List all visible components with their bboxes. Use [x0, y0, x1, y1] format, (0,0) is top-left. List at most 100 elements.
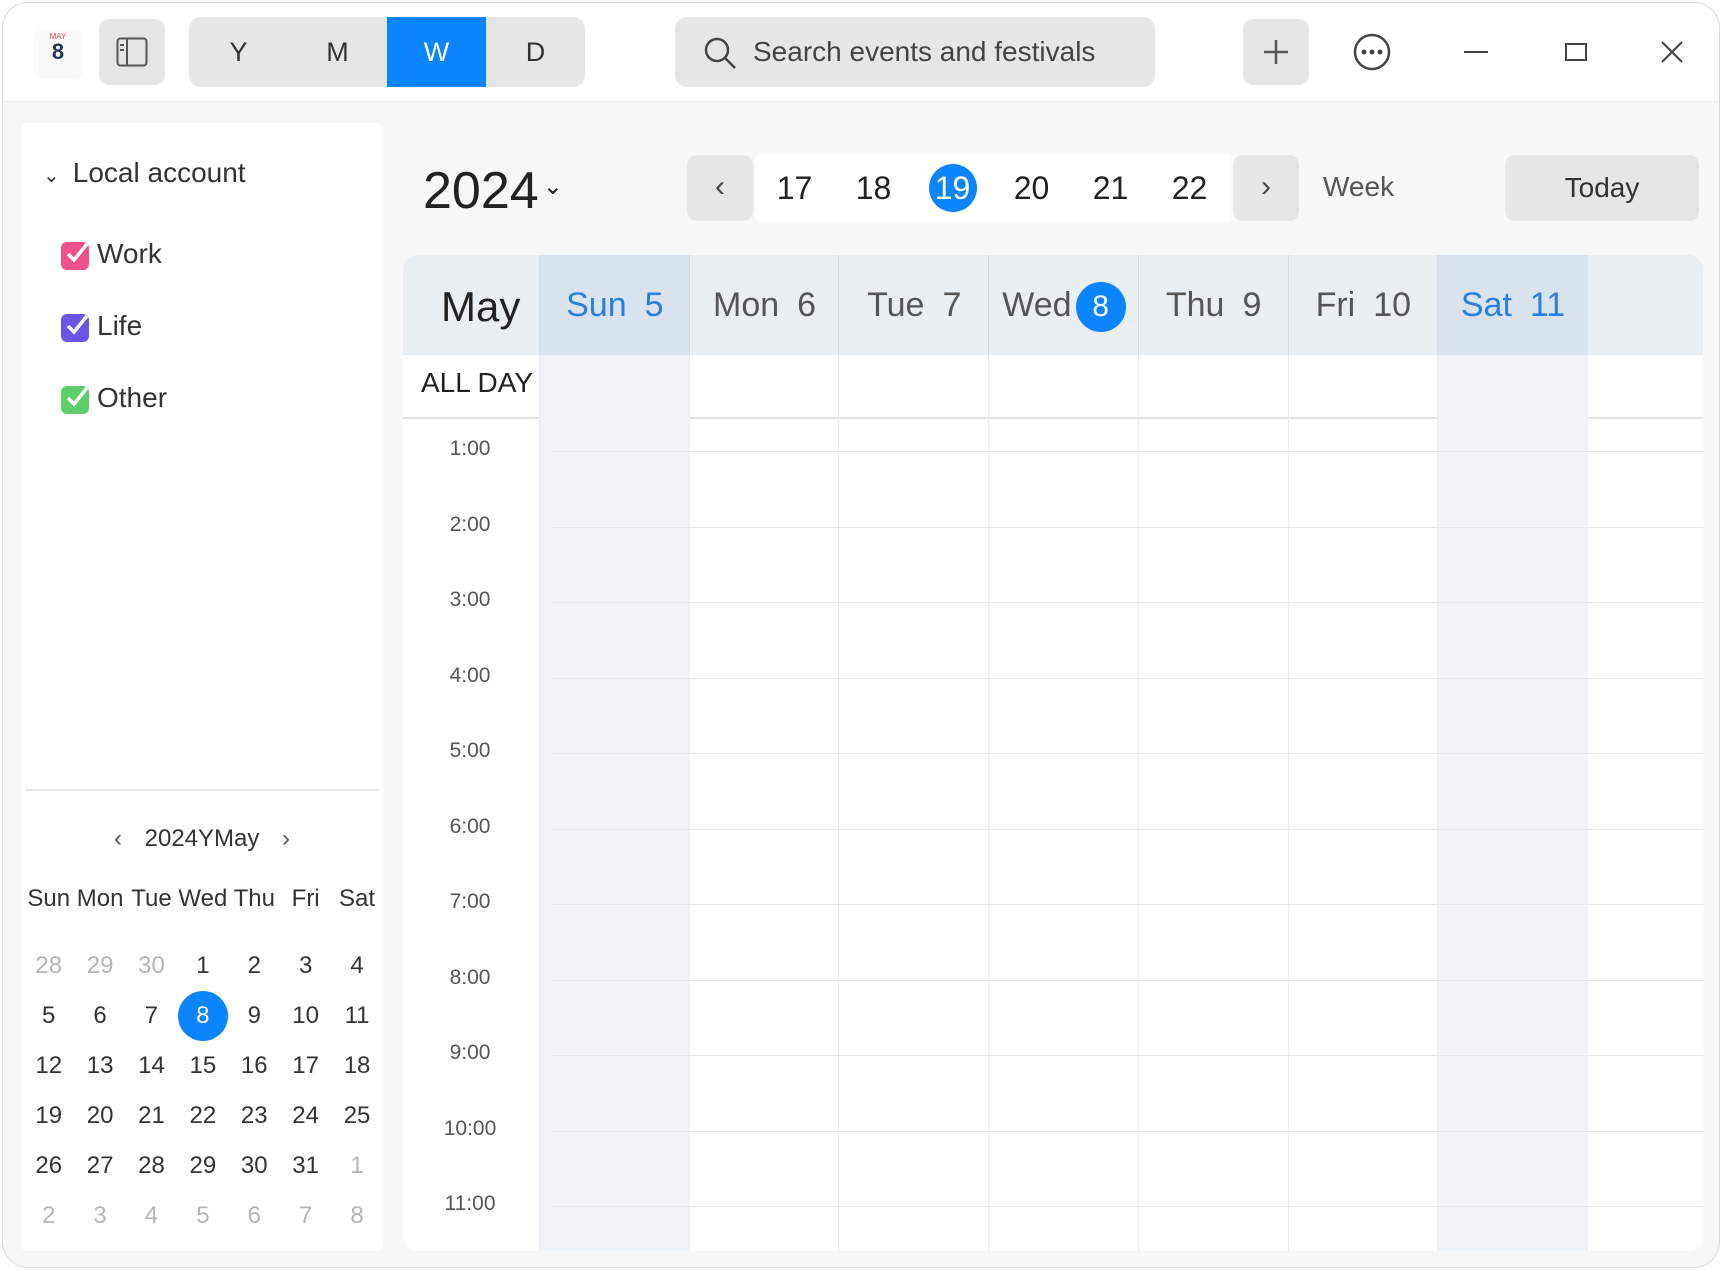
- day-column-tue[interactable]: [838, 355, 989, 1251]
- mini-day[interactable]: 27: [74, 1141, 125, 1191]
- day-column-sun[interactable]: [539, 355, 690, 1251]
- year-selector[interactable]: 2024 ⌄: [423, 161, 563, 221]
- mini-day[interactable]: 2: [229, 941, 280, 991]
- week-number[interactable]: 17: [755, 153, 834, 223]
- mini-day[interactable]: 20: [74, 1091, 125, 1141]
- mini-day[interactable]: 22: [177, 1091, 228, 1141]
- calendar-item-other[interactable]: Other: [61, 381, 167, 415]
- mini-day[interactable]: 4: [331, 941, 382, 991]
- mini-day[interactable]: 6: [229, 1191, 280, 1241]
- view-tab-w[interactable]: W: [387, 17, 486, 87]
- hour-gridline: [551, 1206, 1703, 1207]
- mini-day[interactable]: 19: [23, 1091, 74, 1141]
- mini-day[interactable]: 24: [280, 1091, 331, 1141]
- mini-day-number: 30: [138, 952, 165, 979]
- day-header-sat[interactable]: Sat 11: [1437, 255, 1588, 355]
- mini-day[interactable]: 1: [331, 1141, 382, 1191]
- mini-day[interactable]: 5: [177, 1191, 228, 1241]
- day-column-mon[interactable]: [688, 355, 840, 1251]
- mini-day[interactable]: 6: [74, 991, 125, 1041]
- mini-day[interactable]: 10: [280, 991, 331, 1041]
- prev-week-button[interactable]: ‹: [687, 155, 753, 221]
- mini-day[interactable]: 18: [331, 1041, 382, 1091]
- mini-day[interactable]: 13: [74, 1041, 125, 1091]
- chevron-left-icon: ‹: [715, 170, 725, 203]
- day-number: 10: [1373, 286, 1412, 324]
- day-number: 11: [1529, 286, 1566, 324]
- mini-day[interactable]: 31: [280, 1141, 331, 1191]
- day-header-sun[interactable]: Sun 5: [539, 255, 690, 355]
- mini-day[interactable]: 5: [23, 991, 74, 1041]
- mini-day[interactable]: 28: [23, 941, 74, 991]
- week-number[interactable]: 22: [1150, 153, 1229, 223]
- close-button[interactable]: [1639, 19, 1705, 85]
- mini-day[interactable]: 7: [280, 1191, 331, 1241]
- week-number[interactable]: 19: [913, 153, 992, 223]
- account-header[interactable]: ⌄ Local account: [43, 157, 246, 189]
- day-header-thu[interactable]: Thu 9: [1137, 255, 1289, 355]
- mini-day[interactable]: 8: [177, 991, 228, 1041]
- today-button[interactable]: Today: [1505, 155, 1699, 221]
- mini-next-month-button[interactable]: ›: [266, 819, 306, 859]
- checkbox-checked-icon[interactable]: [61, 313, 89, 342]
- minimize-button[interactable]: [1443, 19, 1509, 85]
- mini-day[interactable]: 8: [331, 1191, 382, 1241]
- mini-day[interactable]: 3: [74, 1191, 125, 1241]
- mini-day[interactable]: 26: [23, 1141, 74, 1191]
- day-header-mon[interactable]: Mon 6: [688, 255, 840, 355]
- mini-day[interactable]: 1: [177, 941, 228, 991]
- checkbox-checked-icon[interactable]: [61, 385, 89, 414]
- mini-day[interactable]: 14: [126, 1041, 177, 1091]
- mini-day[interactable]: 16: [229, 1041, 280, 1091]
- sidebar-toggle-button[interactable]: [99, 19, 165, 85]
- week-number[interactable]: 20: [992, 153, 1071, 223]
- chevron-down-icon: ⌄: [43, 165, 60, 187]
- mini-day[interactable]: 12: [23, 1041, 74, 1091]
- mini-day-number: 20: [86, 1102, 114, 1129]
- mini-day[interactable]: 30: [126, 941, 177, 991]
- mini-weekday-row: Sun Mon Tue Wed Thu Fri Sat: [23, 885, 383, 913]
- calendar-item-work[interactable]: Work: [61, 237, 162, 271]
- day-header-wed[interactable]: Wed 8: [988, 255, 1139, 355]
- day-header-tue[interactable]: Tue 7: [838, 255, 989, 355]
- view-tab-y[interactable]: Y: [189, 17, 288, 87]
- search-input[interactable]: Search events and festivals: [675, 17, 1155, 87]
- mini-day[interactable]: 2: [23, 1191, 74, 1241]
- hour-gridline: [551, 526, 1703, 528]
- mini-day[interactable]: 4: [126, 1191, 177, 1241]
- day-column-fri[interactable]: [1287, 355, 1439, 1251]
- mini-day-number: 7: [144, 1002, 159, 1029]
- calendar-item-life[interactable]: Life: [61, 309, 142, 343]
- maximize-button[interactable]: [1543, 19, 1609, 85]
- mini-day[interactable]: 11: [331, 991, 382, 1041]
- day-column-thu[interactable]: [1137, 355, 1289, 1251]
- mini-day[interactable]: 29: [74, 941, 125, 991]
- mini-day[interactable]: 29: [177, 1141, 228, 1191]
- add-event-button[interactable]: [1243, 19, 1309, 85]
- mini-day[interactable]: 21: [126, 1091, 177, 1141]
- mini-day[interactable]: 25: [331, 1091, 382, 1141]
- day-header-fri[interactable]: Fri 10: [1287, 255, 1439, 355]
- mini-prev-month-button[interactable]: ‹: [98, 819, 138, 859]
- mini-day[interactable]: 30: [229, 1141, 280, 1191]
- day-column-wed[interactable]: [988, 355, 1139, 1251]
- mini-day[interactable]: 3: [280, 941, 331, 991]
- mini-day[interactable]: 23: [229, 1091, 280, 1141]
- mini-day-number: 10: [292, 1002, 319, 1029]
- view-tab-d[interactable]: D: [486, 17, 585, 87]
- more-options-button[interactable]: [1339, 19, 1405, 85]
- mini-day[interactable]: 17: [280, 1041, 331, 1091]
- day-name: Sun: [566, 286, 627, 324]
- week-strip: 17 18 19 20 21 22: [755, 153, 1231, 223]
- view-tab-m[interactable]: M: [288, 17, 387, 87]
- mini-day[interactable]: 9: [229, 991, 280, 1041]
- next-week-button[interactable]: ›: [1233, 155, 1299, 221]
- mini-day[interactable]: 28: [126, 1141, 177, 1191]
- week-number[interactable]: 18: [834, 153, 913, 223]
- day-column-sat[interactable]: [1437, 355, 1588, 1251]
- week-number[interactable]: 21: [1071, 153, 1150, 223]
- day-name: Fri: [1315, 286, 1356, 324]
- checkbox-checked-icon[interactable]: [61, 241, 89, 270]
- mini-day[interactable]: 15: [177, 1041, 228, 1091]
- mini-day[interactable]: 7: [126, 991, 177, 1041]
